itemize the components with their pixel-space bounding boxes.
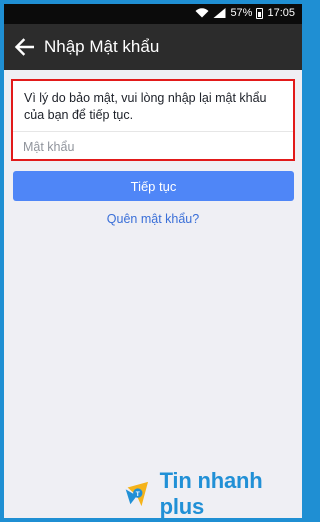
status-time: 17:05 xyxy=(267,7,295,19)
battery-icon xyxy=(256,7,264,19)
brand-logo-icon: T xyxy=(125,481,149,507)
app-bar: Nhập Mật khẩu xyxy=(4,24,302,70)
divider xyxy=(13,131,293,132)
status-bar: 57% 17:05 xyxy=(4,4,302,24)
password-card: Vì lý do bảo mật, vui lòng nhập lại mật … xyxy=(11,79,295,161)
forgot-password-link[interactable]: Quên mật khẩu? xyxy=(4,212,302,226)
screen-frame: 57% 17:05 Nhập Mật khẩu Vì lý do bảo mật… xyxy=(4,4,302,518)
back-arrow-icon[interactable] xyxy=(14,38,34,56)
watermark: T Tin nhanh plus xyxy=(122,468,302,518)
security-message: Vì lý do bảo mật, vui lòng nhập lại mật … xyxy=(24,91,267,122)
svg-text:T: T xyxy=(136,491,140,498)
watermark-text: Tin nhanh plus xyxy=(159,468,263,518)
password-input[interactable] xyxy=(23,136,285,158)
continue-button[interactable]: Tiếp tục xyxy=(13,171,294,201)
wifi-icon xyxy=(195,8,209,18)
signal-icon xyxy=(213,8,226,18)
battery-percent: 57% xyxy=(230,7,253,19)
page-title: Nhập Mật khẩu xyxy=(44,37,160,56)
